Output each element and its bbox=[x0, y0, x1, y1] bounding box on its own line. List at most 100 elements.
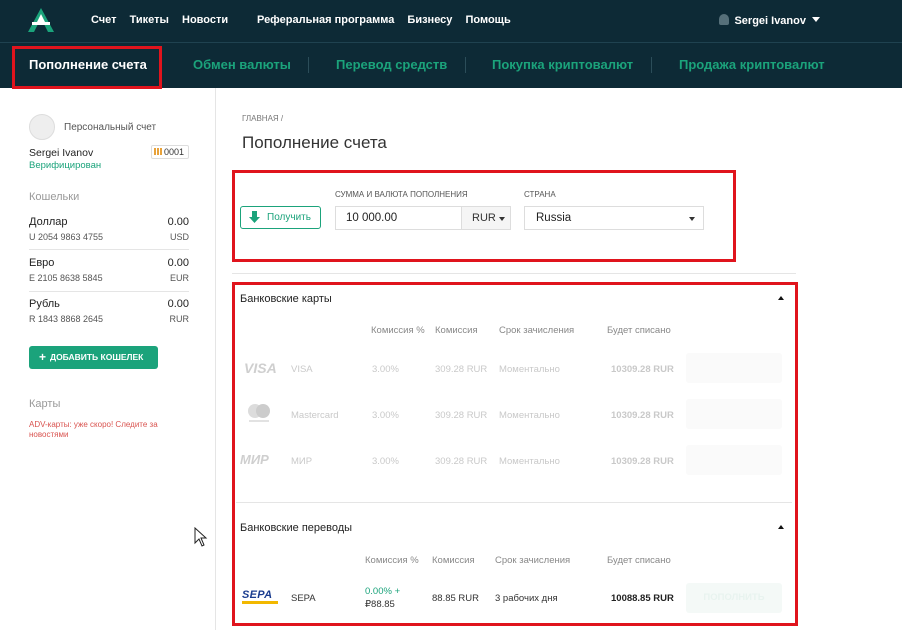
amount-input[interactable]: 10 000.00 bbox=[335, 206, 462, 230]
method-term: Моментально bbox=[499, 456, 560, 467]
user-icon bbox=[719, 14, 730, 25]
wallet-item-usd[interactable]: Доллар 0.00 U 2054 9863 4755 USD bbox=[29, 216, 189, 258]
sidebar: Персональный счет Sergei Ivanov Верифици… bbox=[0, 88, 216, 630]
tab-divider bbox=[308, 57, 309, 73]
wallet-balance: 0.00 bbox=[167, 216, 189, 228]
wallet-currency: USD bbox=[169, 232, 189, 242]
account-type-label: Персональный счет bbox=[64, 122, 157, 133]
page-title: Пополнение счета bbox=[242, 133, 387, 152]
chevron-down-icon bbox=[689, 217, 695, 221]
collapse-icon[interactable] bbox=[778, 296, 784, 300]
deposit-button[interactable] bbox=[686, 353, 782, 383]
mastercard-logo-icon bbox=[248, 404, 270, 422]
add-wallet-button[interactable]: + ДОБАВИТЬ КОШЕЛЕК bbox=[29, 346, 158, 369]
tab-buy-crypto[interactable]: Покупка криптовалют bbox=[492, 57, 633, 72]
level-badge[interactable]: 0001 bbox=[151, 145, 189, 159]
nav-account-link[interactable]: Счет bbox=[91, 14, 117, 26]
wallet-balance: 0.00 bbox=[167, 298, 189, 310]
deposit-button[interactable]: ПОПОЛНИТЬ bbox=[686, 583, 782, 613]
sepa-logo-text: SEPA bbox=[242, 589, 273, 601]
sidebar-user-name: Sergei Ivanov bbox=[29, 147, 94, 159]
wallet-account: E 2105 8638 5845 bbox=[29, 273, 103, 283]
nav-help-link[interactable]: Помощь bbox=[465, 14, 510, 26]
advcash-logo-icon[interactable] bbox=[28, 8, 54, 32]
mouse-cursor-icon bbox=[194, 527, 208, 547]
col-fee: Комиссия bbox=[435, 325, 478, 336]
bank-transfers-heading: Банковские переводы bbox=[240, 522, 353, 534]
col-total: Будет списано bbox=[607, 325, 671, 336]
visa-logo-icon: VISA bbox=[244, 360, 277, 376]
method-total: 10309.28 RUR bbox=[611, 410, 674, 421]
method-name: Mastercard bbox=[291, 410, 339, 421]
currency-select[interactable]: RUR bbox=[461, 206, 511, 230]
method-fee: 309.28 RUR bbox=[435, 410, 488, 421]
deposit-button[interactable] bbox=[686, 399, 782, 429]
country-value: Russia bbox=[536, 212, 572, 224]
bank-cards-heading: Банковские карты bbox=[240, 293, 332, 305]
wallet-item-rub[interactable]: Рубль 0.00 R 1843 8868 2645 RUR bbox=[29, 298, 189, 340]
section-divider bbox=[236, 502, 792, 503]
nav-news-link[interactable]: Новости bbox=[182, 14, 228, 26]
chevron-down-icon bbox=[812, 17, 820, 22]
wallet-currency: RUR bbox=[169, 314, 190, 324]
wallets-heading: Кошельки bbox=[29, 191, 80, 203]
deposit-button[interactable] bbox=[686, 445, 782, 475]
method-name: SEPA bbox=[291, 593, 316, 604]
nav-business-link[interactable]: Бизнесу bbox=[407, 14, 452, 26]
tab-sell-crypto[interactable]: Продажа криптовалют bbox=[679, 57, 825, 72]
nav-tickets-link[interactable]: Тикеты bbox=[130, 14, 169, 26]
wallet-divider bbox=[29, 291, 189, 292]
section-divider bbox=[232, 273, 796, 274]
col-term: Срок зачисления bbox=[495, 555, 571, 566]
method-fee: 88.85 RUR bbox=[432, 593, 479, 604]
country-select[interactable]: Russia bbox=[524, 206, 704, 230]
sepa-logo-icon: SEPA bbox=[242, 589, 272, 601]
method-name: VISA bbox=[291, 364, 313, 375]
method-fee: 309.28 RUR bbox=[435, 364, 488, 375]
col-term: Срок зачисления bbox=[499, 325, 575, 336]
method-total: 10309.28 RUR bbox=[611, 456, 674, 467]
currency-value: RUR bbox=[472, 212, 496, 224]
avatar bbox=[29, 114, 55, 140]
col-percent: Комиссия % bbox=[371, 325, 425, 336]
method-term: Моментально bbox=[499, 410, 560, 421]
method-total: 10088.85 RUR bbox=[611, 593, 674, 604]
method-percent: 3.00% bbox=[372, 364, 399, 375]
country-label: СТРАНА bbox=[524, 190, 556, 199]
bars-icon bbox=[154, 148, 162, 155]
badge-value: 0001 bbox=[164, 147, 185, 157]
cards-heading: Карты bbox=[29, 398, 61, 410]
method-percent: 3.00% bbox=[372, 456, 399, 467]
method-percent: 0.00% + bbox=[365, 586, 401, 597]
user-menu[interactable]: Sergei Ivanov bbox=[719, 14, 820, 27]
wallet-name: Доллар bbox=[29, 216, 68, 228]
col-percent: Комиссия % bbox=[365, 555, 419, 566]
receive-button[interactable]: Получить bbox=[240, 206, 321, 229]
col-total: Будет списано bbox=[607, 555, 671, 566]
col-fee: Комиссия bbox=[432, 555, 475, 566]
nav-referral-link[interactable]: Реферальная программа bbox=[257, 14, 394, 26]
wallet-currency: EUR bbox=[169, 273, 189, 283]
method-term: Моментально bbox=[499, 364, 560, 375]
breadcrumb[interactable]: ГЛАВНАЯ / bbox=[242, 114, 283, 123]
tab-exchange[interactable]: Обмен валюты bbox=[193, 57, 291, 72]
receive-label: Получить bbox=[267, 212, 311, 223]
user-name: Sergei Ivanov bbox=[734, 15, 806, 27]
tab-divider bbox=[651, 57, 652, 73]
collapse-icon[interactable] bbox=[778, 525, 784, 529]
tab-transfer[interactable]: Перевод средств bbox=[336, 57, 447, 72]
method-name: МИР bbox=[291, 456, 313, 467]
mir-logo-icon: МИР bbox=[240, 452, 269, 467]
tab-divider bbox=[465, 57, 466, 73]
method-percent: 3.00% bbox=[372, 410, 399, 421]
chevron-down-icon bbox=[499, 217, 505, 221]
cards-notice: ADV-карты: уже скоро! Следите за новостя… bbox=[29, 420, 158, 439]
top-nav-secondary: Реферальная программа Бизнесу Помощь bbox=[257, 14, 521, 26]
method-total: 10309.28 RUR bbox=[611, 364, 674, 375]
method-percent-extra: ₽88.85 bbox=[365, 599, 395, 610]
plus-icon: + bbox=[39, 350, 47, 364]
add-wallet-label: ДОБАВИТЬ КОШЕЛЕК bbox=[50, 352, 144, 362]
wallet-item-eur[interactable]: Евро 0.00 E 2105 8638 5845 EUR bbox=[29, 257, 189, 299]
wallet-name: Евро bbox=[29, 257, 55, 269]
method-term: 3 рабочих дня bbox=[495, 593, 558, 604]
